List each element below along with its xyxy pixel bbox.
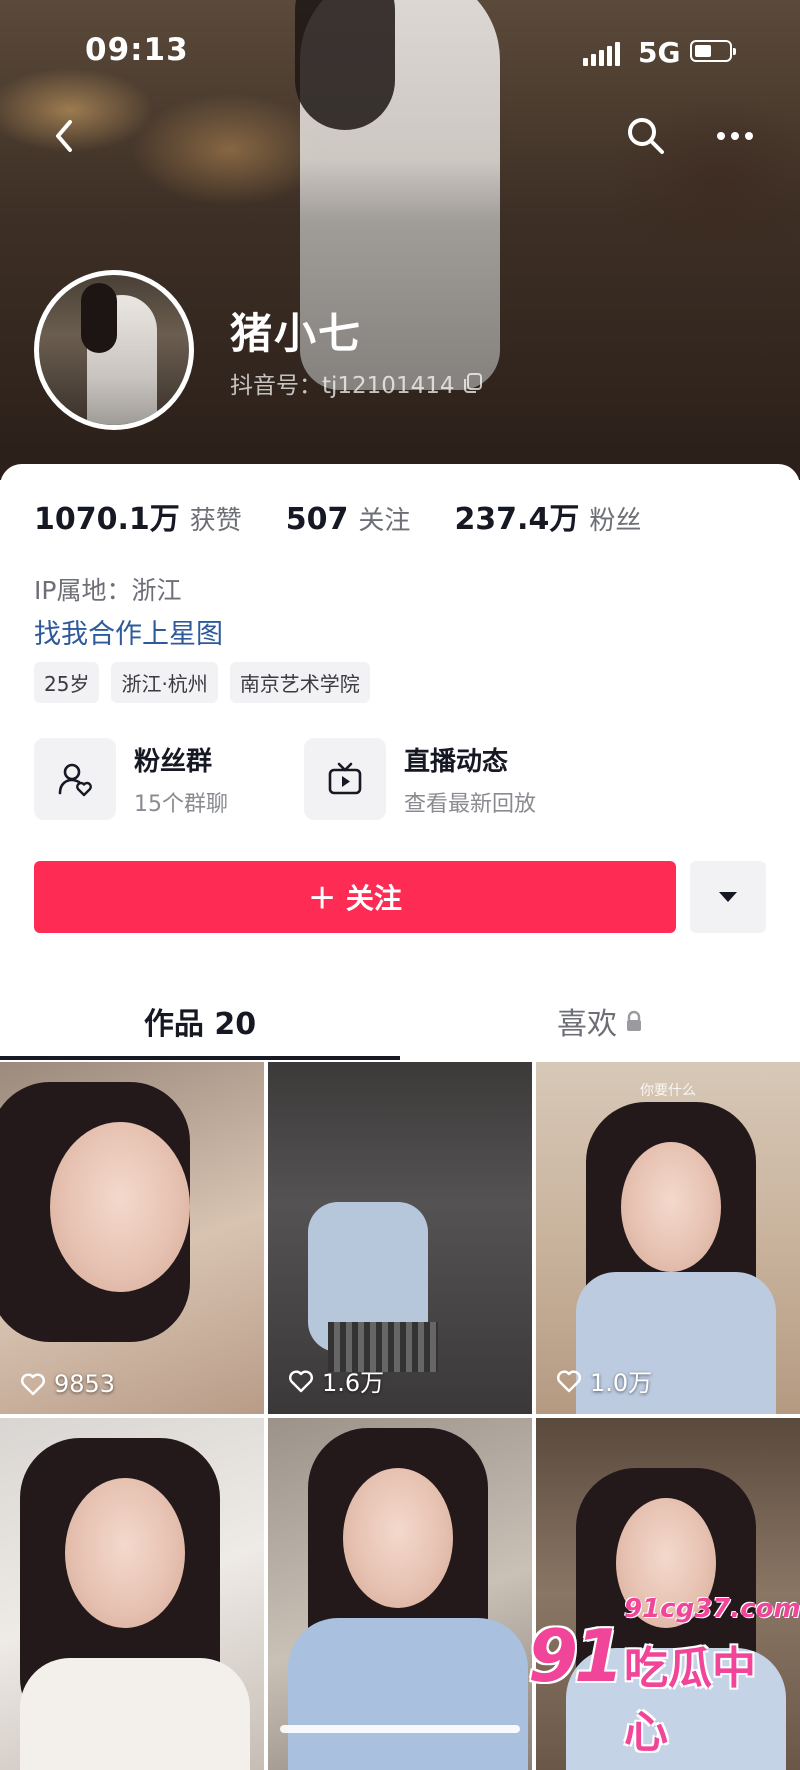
watermark-number: 91 [528, 1614, 624, 1698]
stat-label: 关注 [358, 506, 411, 536]
tag-age: 25岁 [34, 662, 100, 703]
ip-location: IP属地：浙江 [34, 576, 182, 605]
stat-value: 237.4万 [454, 502, 580, 537]
tab-likes[interactable]: 喜欢 [400, 984, 800, 1058]
fan-group-title: 粉丝群 [134, 746, 213, 777]
tab-works-label: 作品 20 [143, 1007, 257, 1042]
tab-underline [0, 1056, 400, 1060]
tab-works[interactable]: 作品 20 [0, 984, 400, 1058]
tag-school[interactable]: 南京艺术学院 [229, 662, 370, 703]
live-activity-title: 直播动态 [404, 746, 509, 777]
copy-icon[interactable] [462, 372, 484, 394]
site-watermark: 91 91cg37.com 吃瓜中心 [500, 1590, 800, 1758]
fan-group-icon [58, 763, 92, 797]
signal-icon [583, 38, 620, 66]
stat-label: 获赞 [189, 506, 242, 536]
follow-label: ＋ 关注 [308, 882, 402, 915]
video-likes-count: 1.0万 [590, 1369, 653, 1397]
content-tabs: 作品 20 喜欢 [0, 984, 800, 1064]
video-thumbnail[interactable]: 1.6万 [268, 1062, 532, 1414]
heart-icon [289, 1370, 313, 1392]
search-button[interactable] [624, 114, 668, 158]
video-thumbnail[interactable]: 你要什么 1.0万 [536, 1062, 800, 1414]
profile-stats: 1070.1万 获赞 507 关注 237.4万 粉丝 [34, 494, 685, 538]
chevron-left-icon [56, 120, 72, 152]
profile-name: 猪小七 [230, 309, 363, 358]
profile-tags: 25岁 浙江·杭州 南京艺术学院 [34, 662, 370, 703]
live-icon-box [304, 738, 386, 820]
fan-group-entry[interactable]: 粉丝群 15个群聊 [34, 738, 228, 820]
follow-button[interactable]: ＋ 关注 [34, 861, 676, 933]
stat-value: 507 [285, 502, 349, 537]
search-icon [628, 118, 664, 154]
douyin-id[interactable]: 抖音号：tj12101414 [230, 366, 484, 400]
tab-likes-label: 喜欢 [557, 1007, 617, 1042]
stat-label: 粉丝 [589, 506, 642, 536]
stat-likes: 1070.1万 获赞 [34, 494, 242, 538]
video-likes-count: 9853 [54, 1370, 116, 1398]
more-button[interactable] [710, 118, 760, 154]
watermark-name: 吃瓜中心 [624, 1643, 756, 1758]
fan-group-icon-box [34, 738, 116, 820]
network-type: 5G [638, 36, 681, 69]
live-activity-entry[interactable]: 直播动态 查看最新回放 [304, 738, 536, 820]
status-time: 09:13 [85, 32, 189, 68]
video-likes: 9853 [20, 1370, 115, 1398]
star-map-link[interactable]: 找我合作上星图 [34, 612, 223, 651]
home-indicator [280, 1725, 520, 1733]
fan-group-subtitle: 15个群聊 [134, 791, 228, 817]
tag-location: 浙江·杭州 [111, 662, 218, 703]
heart-icon [21, 1373, 45, 1396]
more-options-dropdown[interactable] [690, 861, 766, 933]
video-likes: 1.6万 [288, 1363, 384, 1398]
more-dots-icon [717, 132, 753, 140]
stat-value: 1070.1万 [34, 502, 180, 537]
live-activity-subtitle: 查看最新回放 [404, 791, 537, 817]
watermark-site: 91cg37.com [624, 1594, 800, 1624]
stat-following[interactable]: 507 关注 [286, 500, 411, 537]
video-thumbnail[interactable] [0, 1418, 264, 1770]
status-bar: 09:13 5G [0, 0, 800, 110]
video-likes-count: 1.6万 [322, 1369, 385, 1397]
battery-icon [690, 40, 736, 62]
profile-card: 1070.1万 获赞 507 关注 237.4万 粉丝 IP属地：浙江 找我合作… [0, 464, 800, 1770]
caret-down-icon [719, 892, 737, 902]
video-likes: 1.0万 [556, 1363, 652, 1398]
back-button[interactable] [46, 116, 86, 156]
avatar[interactable] [34, 270, 194, 430]
stat-followers[interactable]: 237.4万 粉丝 [454, 494, 641, 538]
video-thumbnail[interactable]: 9853 [0, 1062, 264, 1414]
video-caption: 你要什么 [640, 1083, 696, 1099]
tv-icon [328, 762, 362, 795]
video-thumbnail[interactable] [268, 1418, 532, 1770]
lock-icon [627, 1010, 641, 1031]
heart-icon [557, 1370, 581, 1392]
douyin-id-text: 抖音号：tj12101414 [230, 373, 455, 399]
